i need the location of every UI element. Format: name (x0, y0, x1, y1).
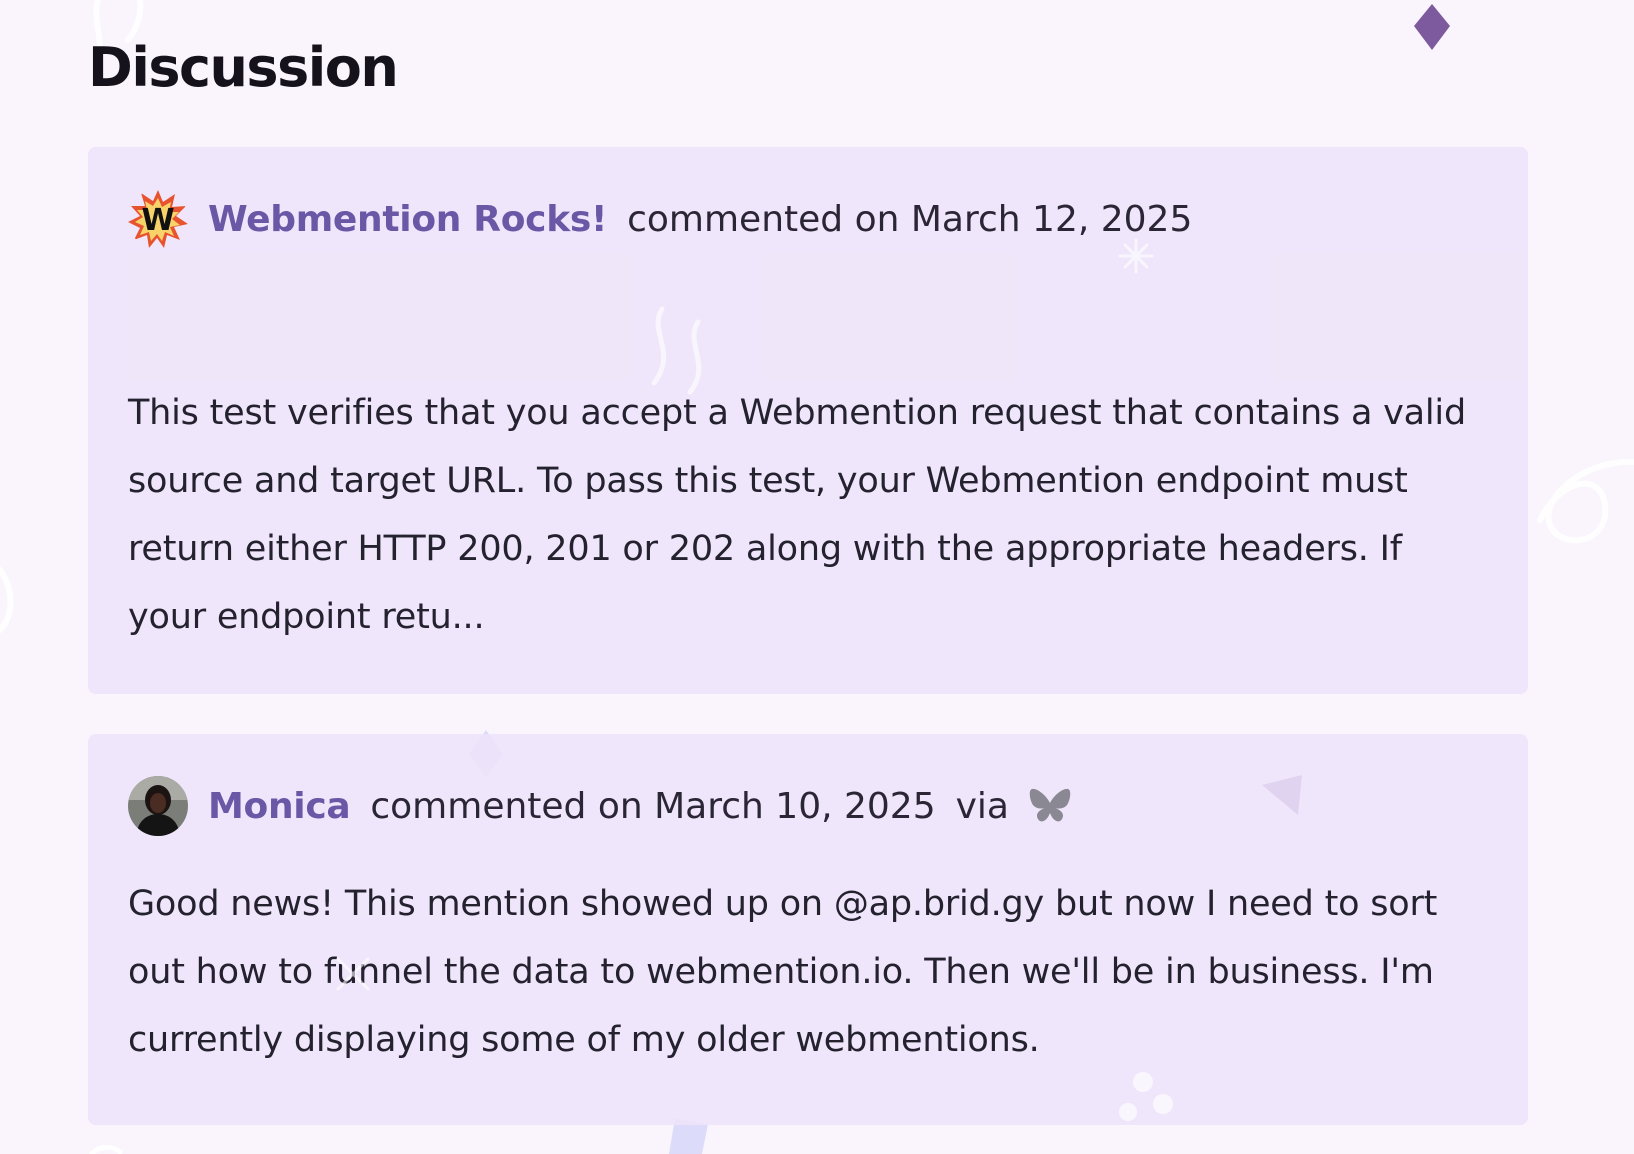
author-link[interactable]: Monica (208, 786, 351, 827)
comment-card: Monica commented on March 10, 2025 via G… (88, 734, 1528, 1125)
webmention-rocks-logo-icon: W (128, 190, 188, 248)
confetti-arc-bottom-left (89, 1144, 123, 1154)
comment-body: This test verifies that you accept a Web… (128, 393, 1466, 637)
comment-date: commented on March 10, 2025 (370, 785, 936, 827)
monica-avatar[interactable] (128, 776, 188, 836)
page-title: Discussion (88, 36, 399, 99)
author-link[interactable]: Webmention Rocks! (208, 199, 607, 240)
bluesky-butterfly-icon[interactable] (1029, 787, 1071, 825)
via-label: via (955, 785, 1009, 827)
comment-card: W Webmention Rocks! commented on March 1… (88, 147, 1528, 694)
svg-text:W: W (141, 203, 174, 238)
comment-date: commented on March 12, 2025 (627, 198, 1193, 240)
webmention-rocks-avatar[interactable]: W (128, 189, 188, 249)
comment-header: Monica commented on March 10, 2025 via (128, 776, 1488, 836)
comment-body: Good news! This mention showed up on @ap… (128, 884, 1438, 1060)
comment-header: W Webmention Rocks! commented on March 1… (128, 189, 1488, 249)
confetti-swirl-right (1537, 458, 1634, 544)
user-photo-icon (128, 776, 188, 836)
discussion-section: Discussion W Webmention Rocks! commented (88, 30, 1528, 1125)
confetti-squiggle-mid-left (0, 567, 14, 633)
